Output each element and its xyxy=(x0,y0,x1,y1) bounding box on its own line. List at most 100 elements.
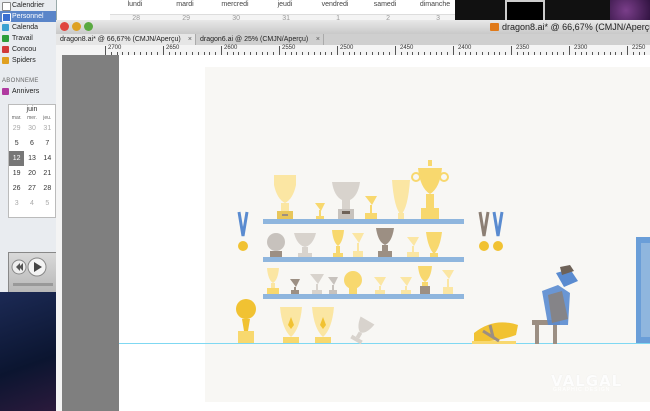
trophy-base xyxy=(270,251,282,257)
rewind-icon[interactable] xyxy=(11,259,27,275)
trophy xyxy=(374,277,386,294)
day-cell[interactable]: 30 xyxy=(24,121,39,136)
day-cell[interactable]: 14 xyxy=(40,151,55,166)
subscription-item-label: Annivers xyxy=(12,88,40,95)
day-cell[interactable]: 5 xyxy=(40,196,55,211)
cabinet-door xyxy=(641,243,650,337)
trophy xyxy=(376,228,394,257)
calendar-checkbox[interactable] xyxy=(2,46,9,53)
calendar-checkbox[interactable] xyxy=(2,2,11,11)
zoom-button[interactable] xyxy=(84,22,93,31)
calendar-checkbox[interactable] xyxy=(2,24,9,31)
ruler-label: 2300 xyxy=(574,45,588,51)
calendar-item[interactable]: Spiders xyxy=(0,55,56,66)
weekday-label: jeudi xyxy=(277,1,293,8)
close-tab-icon[interactable]: × xyxy=(188,34,192,45)
volume-slider[interactable] xyxy=(13,283,53,286)
minimize-button[interactable] xyxy=(72,22,81,31)
watermark-subtitle: GRAPHIC DESIGN xyxy=(553,387,611,393)
calendar-item-label: Calenda xyxy=(12,24,39,31)
day-cell[interactable]: 13 xyxy=(24,151,39,166)
calendar-item[interactable]: Travail xyxy=(0,33,56,44)
close-button[interactable] xyxy=(60,22,69,31)
day-cell[interactable]: 4 xyxy=(24,196,39,211)
ruler-label: 2700 xyxy=(108,45,122,51)
ruler-label: 2600 xyxy=(224,45,238,51)
weekday-row: lundi mardi mercredi jeudi vendredi same… xyxy=(110,0,460,12)
weekday-label: samedi xyxy=(373,1,397,8)
ruler-tick xyxy=(395,46,396,55)
day-cell[interactable]: 19 xyxy=(9,166,24,181)
shelf xyxy=(263,294,464,299)
trophy xyxy=(407,237,419,257)
window-thumbnail[interactable] xyxy=(505,0,545,22)
day-cell[interactable]: 6 xyxy=(24,136,39,151)
tab-label: dragon8.ai* @ 66,67% (CMJN/Aperçu) xyxy=(60,36,181,43)
trophy xyxy=(332,230,344,257)
close-tab-icon[interactable]: × xyxy=(316,34,320,45)
play-icon[interactable] xyxy=(27,257,47,277)
tab-dragon6[interactable]: dragon6.ai @ 25% (CMJN/Aperçu) × xyxy=(196,34,324,45)
trophy xyxy=(442,270,454,294)
shelf xyxy=(263,219,464,224)
day-cell[interactable]: 31 xyxy=(40,121,55,136)
calendar-item-label: Personnel xyxy=(12,13,44,20)
tab-dragon8[interactable]: dragon8.ai* @ 66,67% (CMJN/Aperçu) × xyxy=(56,34,196,45)
section-title: ABONNEME xyxy=(2,78,39,84)
ruler-tick xyxy=(105,46,106,55)
media-player-controls xyxy=(8,252,58,294)
medal xyxy=(478,211,490,251)
calendar-checkbox[interactable] xyxy=(2,57,9,64)
calendar-checkbox[interactable] xyxy=(2,35,9,42)
ruler-label: 2250 xyxy=(632,45,646,51)
ruler-label: 2550 xyxy=(282,45,296,51)
trophy xyxy=(280,307,302,343)
calendar-item[interactable]: Personnel xyxy=(0,11,56,22)
document-window: dragon8.ai* @ 66,67% (CMJN/Aperçu) drago… xyxy=(56,20,650,411)
trophy-ball xyxy=(267,233,285,251)
today-cell[interactable]: 12 xyxy=(9,151,25,166)
desktop-background xyxy=(0,292,56,411)
trophy xyxy=(328,277,338,294)
day-cell[interactable]: 26 xyxy=(9,181,24,196)
trophy xyxy=(418,266,432,294)
calendar-item-label: Concou xyxy=(12,46,37,53)
calendar-checkbox[interactable] xyxy=(2,88,9,95)
ruler-label: 2400 xyxy=(458,45,472,51)
day-cell[interactable]: 7 xyxy=(40,136,55,151)
ruler-label: 2500 xyxy=(340,45,354,51)
trophy xyxy=(312,307,334,343)
weekday-label: dimanche xyxy=(419,1,451,8)
fallen-trophy xyxy=(350,316,375,345)
tab-label: dragon6.ai @ 25% (CMJN/Aperçu) xyxy=(200,36,309,43)
day-cell[interactable]: 27 xyxy=(24,181,39,196)
day-cell[interactable]: 3 xyxy=(9,196,24,211)
ruler-tick xyxy=(337,46,338,55)
trophy xyxy=(344,271,362,294)
day-cell[interactable]: 5 xyxy=(9,136,24,151)
ruler-tick xyxy=(163,46,164,55)
trophy xyxy=(315,203,325,219)
subscription-item[interactable]: Annivers xyxy=(0,86,56,97)
day-cell[interactable]: 29 xyxy=(9,121,24,136)
trophy xyxy=(290,279,300,294)
ruler-tick xyxy=(279,46,280,55)
calendar-item[interactable]: Calenda xyxy=(0,22,56,33)
canvas[interactable]: VALGAL GRAPHIC DESIGN xyxy=(62,55,650,411)
week-row: 26 27 28 xyxy=(9,181,55,196)
ruler-label: 2450 xyxy=(400,45,414,51)
day-cell[interactable]: 28 xyxy=(40,181,55,196)
day-cell[interactable]: 20 xyxy=(24,166,39,181)
calendar-item[interactable]: Concou xyxy=(0,44,56,55)
calendar-checkbox[interactable] xyxy=(2,13,11,22)
ruler-tick xyxy=(511,46,512,55)
calendar-item[interactable]: Calendrier xyxy=(0,0,56,11)
shelf xyxy=(263,257,464,262)
trophy xyxy=(426,232,442,257)
ruler-tick xyxy=(569,46,570,55)
window-titlebar[interactable]: dragon8.ai* @ 66,67% (CMJN/Aperçu) xyxy=(56,20,650,35)
week-row: 5 6 7 xyxy=(9,136,55,151)
trophy xyxy=(352,233,364,257)
ruler-tick xyxy=(627,46,628,55)
day-cell[interactable]: 21 xyxy=(40,166,55,181)
